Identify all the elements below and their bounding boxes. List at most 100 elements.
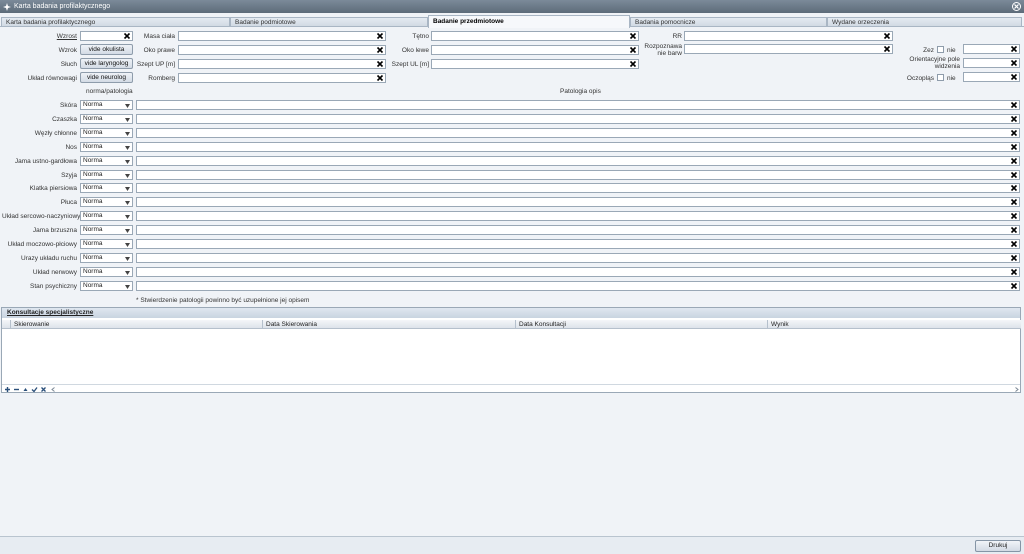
move-up-icon[interactable] <box>22 386 29 393</box>
exam-row-description-input[interactable] <box>136 127 1020 138</box>
clear-icon[interactable] <box>1010 115 1018 123</box>
clear-icon[interactable] <box>1010 240 1018 248</box>
clear-icon[interactable] <box>1010 282 1018 290</box>
clear-icon[interactable] <box>883 32 891 40</box>
exam-row-description-input[interactable] <box>136 266 1020 277</box>
clear-icon[interactable] <box>629 32 637 40</box>
exam-row-description-input[interactable] <box>136 280 1020 291</box>
confirm-icon[interactable] <box>31 386 38 393</box>
exam-row-description-input[interactable] <box>136 169 1020 180</box>
clear-icon[interactable] <box>1010 157 1018 165</box>
column-header-wynik[interactable]: Wynik <box>768 320 1021 329</box>
chevron-down-icon[interactable] <box>125 215 130 220</box>
clear-icon[interactable] <box>376 74 384 82</box>
clear-icon[interactable] <box>883 45 891 53</box>
wzrost-input[interactable] <box>80 31 133 41</box>
clear-icon[interactable] <box>376 60 384 68</box>
exam-row-status-select[interactable]: Norma <box>80 239 133 249</box>
clear-icon[interactable] <box>376 46 384 54</box>
clear-icon[interactable] <box>1010 129 1018 137</box>
chevron-down-icon[interactable] <box>125 187 130 192</box>
chevron-down-icon[interactable] <box>125 243 130 247</box>
exam-row-description-input[interactable] <box>136 252 1020 263</box>
exam-row-status-select[interactable]: Norma <box>80 169 133 180</box>
exam-row-description-input[interactable] <box>136 239 1020 249</box>
exam-row-status-select[interactable]: Norma <box>80 155 133 166</box>
chevron-down-icon[interactable] <box>125 270 130 275</box>
exam-row-description-input[interactable] <box>136 155 1020 166</box>
oczoplas-checkbox[interactable] <box>937 74 944 81</box>
exam-row-status-select[interactable]: Norma <box>80 197 133 208</box>
vide-neurolog-button[interactable]: vide neurolog <box>80 72 133 83</box>
zez-checkbox[interactable] <box>937 46 944 53</box>
chevron-down-icon[interactable] <box>125 145 130 150</box>
rozpoznawanie-barw-input[interactable] <box>684 44 893 54</box>
clear-icon[interactable] <box>376 32 384 40</box>
exam-row-status-select[interactable]: Norma <box>80 252 133 263</box>
exam-row-status-select[interactable]: Norma <box>80 141 133 152</box>
close-icon[interactable] <box>1012 2 1021 11</box>
oko-prawe-input[interactable] <box>178 45 386 55</box>
remove-icon[interactable] <box>13 386 20 393</box>
clear-icon[interactable] <box>1010 184 1018 192</box>
chevron-down-icon[interactable] <box>125 256 130 261</box>
exam-row-description-input[interactable] <box>136 113 1020 124</box>
clear-icon[interactable] <box>1010 73 1018 81</box>
add-icon[interactable] <box>4 386 11 393</box>
tab-badanie-przedmiotowe[interactable]: Badanie przedmiotowe <box>428 15 630 28</box>
romberg-input[interactable] <box>178 73 386 83</box>
exam-row-description-input[interactable] <box>136 211 1020 222</box>
szept-ul-input[interactable] <box>431 59 639 69</box>
clear-icon[interactable] <box>1010 226 1018 234</box>
vide-laryngolog-button[interactable]: vide laryngolog <box>80 58 133 69</box>
clear-icon[interactable] <box>1010 143 1018 151</box>
exam-row-status-select[interactable]: Norma <box>80 127 133 138</box>
tetno-input[interactable] <box>431 31 639 41</box>
clear-icon[interactable] <box>1010 171 1018 179</box>
vide-okulista-button[interactable]: vide okulista <box>80 44 133 55</box>
clear-icon[interactable] <box>1010 45 1018 53</box>
exam-row-description-input[interactable] <box>136 197 1020 208</box>
chevron-down-icon[interactable] <box>125 173 130 178</box>
column-header-data-konsultacji[interactable]: Data Konsultacji <box>516 320 768 329</box>
rr-input[interactable] <box>684 31 893 41</box>
exam-row-status-select[interactable]: Norma <box>80 266 133 277</box>
exam-row-status-select[interactable]: Norma <box>80 183 133 194</box>
exam-row-status-select[interactable]: Norma <box>80 225 133 236</box>
chevron-down-icon[interactable] <box>125 131 130 136</box>
exam-row-status-select[interactable]: Norma <box>80 211 133 222</box>
masa-ciala-input[interactable] <box>178 31 386 41</box>
print-button[interactable]: Drukuj <box>975 540 1021 552</box>
clear-icon[interactable] <box>1010 101 1018 109</box>
clear-icon[interactable] <box>1010 268 1018 276</box>
pole-widzenia-input[interactable] <box>963 58 1020 68</box>
exam-row-status-select[interactable]: Norma <box>80 113 133 124</box>
scroll-right-icon[interactable] <box>1013 386 1020 393</box>
clear-icon[interactable] <box>629 46 637 54</box>
zez-input[interactable] <box>963 44 1020 54</box>
clear-icon[interactable] <box>1010 212 1018 220</box>
scroll-left-icon[interactable] <box>50 386 57 393</box>
exam-row-status-select[interactable]: Norma <box>80 280 133 291</box>
chevron-down-icon[interactable] <box>125 117 130 122</box>
chevron-down-icon[interactable] <box>125 201 130 206</box>
exam-row-description-input[interactable] <box>136 225 1020 236</box>
exam-row-description-input[interactable] <box>136 141 1020 152</box>
column-header-skierowanie[interactable]: Skierowanie <box>11 320 263 329</box>
clear-icon[interactable] <box>629 60 637 68</box>
column-header-data-skierowania[interactable]: Data Skierowania <box>263 320 516 329</box>
cancel-icon[interactable] <box>40 386 47 393</box>
exam-row-description-input[interactable] <box>136 183 1020 194</box>
clear-icon[interactable] <box>1010 254 1018 262</box>
oko-lewe-input[interactable] <box>431 45 639 55</box>
chevron-down-icon[interactable] <box>125 159 130 164</box>
oczoplas-input[interactable] <box>963 72 1020 82</box>
exam-row-description-input[interactable] <box>136 100 1020 110</box>
chevron-down-icon[interactable] <box>125 284 130 289</box>
szept-up-input[interactable] <box>178 59 386 69</box>
chevron-down-icon[interactable] <box>125 104 130 108</box>
clear-icon[interactable] <box>1010 59 1018 67</box>
clear-icon[interactable] <box>1010 198 1018 206</box>
chevron-down-icon[interactable] <box>125 229 130 234</box>
exam-row-status-select[interactable]: Norma <box>80 100 133 110</box>
